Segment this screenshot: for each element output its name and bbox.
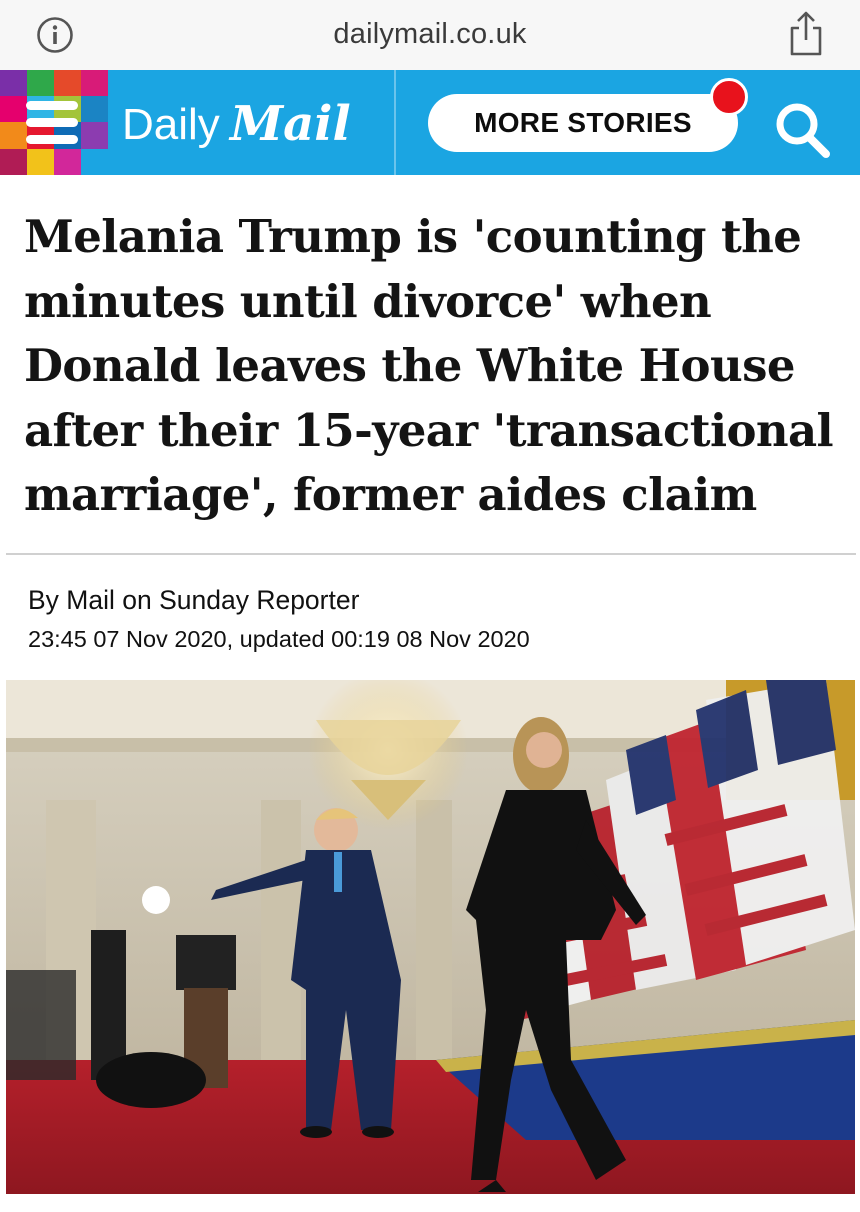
notification-dot — [710, 78, 748, 116]
headline-divider — [6, 553, 856, 555]
article-photo[interactable] — [6, 680, 855, 1194]
more-stories-label: MORE STORIES — [474, 107, 692, 138]
more-stories-button[interactable]: MORE STORIES — [428, 94, 738, 152]
article-headline: Melania Trump is 'counting the minutes u… — [24, 210, 834, 521]
browser-url-bar: dailymail.co.uk — [0, 0, 860, 70]
share-icon[interactable] — [786, 10, 826, 58]
svg-text:Daily: Daily — [122, 100, 220, 149]
article-byline[interactable]: By Mail on Sunday Reporter — [28, 585, 359, 616]
daily-mail-logo[interactable]: Daily Mail — [122, 92, 384, 152]
url-text[interactable]: dailymail.co.uk — [0, 18, 860, 51]
svg-text:Mail: Mail — [228, 96, 351, 152]
header-divider — [394, 70, 396, 175]
menu-icon[interactable] — [26, 101, 78, 145]
article-dateline: 23:45 07 Nov 2020, updated 00:19 08 Nov … — [28, 626, 530, 652]
search-icon[interactable] — [770, 98, 834, 162]
